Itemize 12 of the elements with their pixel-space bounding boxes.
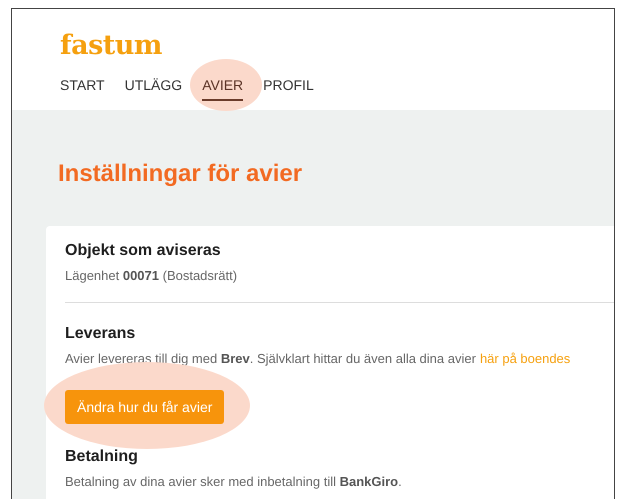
section-heading: Leverans <box>65 325 136 343</box>
nav-tab[interactable]: START <box>60 73 105 101</box>
nav-tab[interactable]: AVIER <box>202 73 244 101</box>
logo: fastum <box>60 29 162 63</box>
nav-tab[interactable]: PROFIL <box>263 73 314 101</box>
page-title: Inställningar för avier <box>58 160 304 188</box>
section-text: Lägenhet 00071 (Bostadsrätt) <box>65 267 238 285</box>
section-text: Betalning av dina avier sker med inbetalning till BankGiro. <box>65 473 403 491</box>
section-heading: Betalning <box>65 448 139 466</box>
section-text: Avier levereras till dig med Brev. Självklart hittar du även alla dina avier här på boendes <box>65 350 572 368</box>
nav-tab[interactable]: UTLÄGG <box>124 73 182 101</box>
section-heading: Objekt som aviseras <box>65 242 222 260</box>
